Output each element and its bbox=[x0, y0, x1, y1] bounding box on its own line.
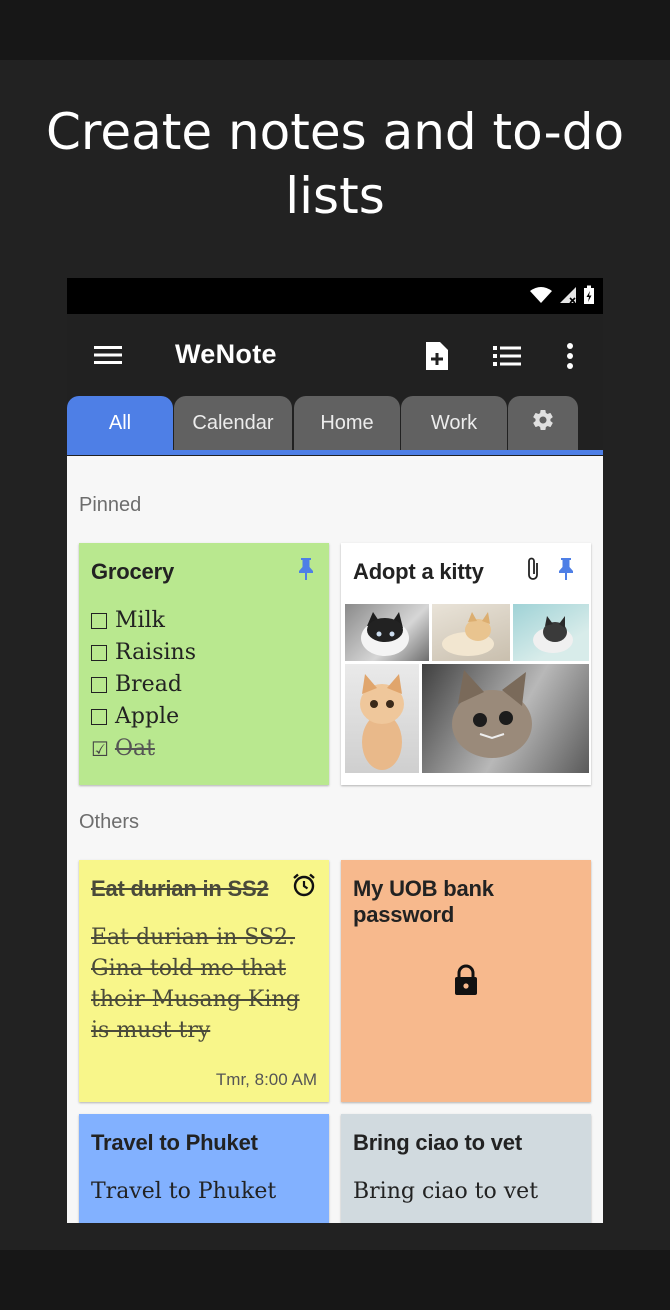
settings-gear-icon bbox=[531, 408, 555, 438]
note-body-line: their Musang King bbox=[91, 987, 300, 1012]
note-card-grocery[interactable]: Grocery Milk Raisins Bread Apple ☑ Oat bbox=[79, 543, 329, 785]
checklist-item-text: Apple bbox=[115, 704, 180, 729]
pin-icon[interactable] bbox=[297, 557, 315, 586]
phone-screen: WeNote All Calendar Home Work Pinned Gro… bbox=[67, 278, 603, 1223]
alarm-clock-icon bbox=[291, 872, 317, 903]
top-bezel bbox=[0, 0, 670, 60]
note-body-line: Gina told me that bbox=[91, 956, 286, 981]
kitten-photo[interactable] bbox=[513, 604, 589, 661]
more-vert-icon[interactable] bbox=[554, 340, 586, 372]
section-label-pinned: Pinned bbox=[79, 494, 142, 516]
headline-line-1: Create notes and to-do bbox=[45, 103, 625, 161]
tab-all-label: All bbox=[108, 411, 132, 434]
note-card-eat-durian[interactable]: Eat durian in SS2 Eat durian in SS2. Gin… bbox=[79, 860, 329, 1102]
app-title: WeNote bbox=[175, 339, 277, 369]
section-label-others: Others bbox=[79, 811, 140, 833]
checklist-item[interactable]: Milk bbox=[91, 605, 196, 637]
new-note-icon[interactable] bbox=[421, 340, 453, 372]
checklist-item[interactable]: Apple bbox=[91, 701, 196, 733]
note-body: Travel to Phuket bbox=[91, 1179, 277, 1204]
tab-home[interactable]: Home bbox=[294, 396, 400, 450]
tab-home-label: Home bbox=[320, 411, 374, 434]
tab-settings[interactable] bbox=[508, 396, 578, 450]
checkbox-icon[interactable] bbox=[91, 677, 107, 693]
checked-box-icon[interactable]: ☑ bbox=[91, 733, 109, 765]
note-title: Adopt a kitty bbox=[353, 559, 484, 584]
note-title: My UOB bank password bbox=[353, 876, 494, 927]
note-card-adopt-kitty[interactable]: Adopt a kitty bbox=[341, 543, 591, 785]
note-body-line: is must try bbox=[91, 1018, 211, 1043]
notes-content: Pinned Grocery Milk Raisins Bread Apple … bbox=[67, 456, 603, 1223]
bottom-bezel bbox=[0, 1250, 670, 1310]
kitten-photo[interactable] bbox=[345, 664, 419, 773]
note-body: Bring ciao to vet bbox=[353, 1179, 539, 1204]
hamburger-menu-icon[interactable] bbox=[93, 342, 123, 368]
note-title: Eat durian in SS2 bbox=[91, 876, 269, 901]
note-title: Bring ciao to vet bbox=[353, 1130, 522, 1155]
status-bar bbox=[67, 278, 603, 314]
tab-bar: All Calendar Home Work bbox=[67, 396, 603, 455]
checkbox-icon[interactable] bbox=[91, 613, 107, 629]
kitten-photo[interactable] bbox=[432, 604, 510, 661]
paperclip-icon bbox=[525, 555, 541, 588]
note-title: Travel to Phuket bbox=[91, 1130, 258, 1155]
tab-work-label: Work bbox=[430, 411, 478, 434]
reminder-time: Tmr, 8:00 AM bbox=[215, 1070, 317, 1089]
checklist: Milk Raisins Bread Apple ☑ Oat bbox=[91, 605, 196, 765]
battery-charging-icon bbox=[583, 285, 595, 310]
note-body-line: Eat durian in SS2. bbox=[91, 925, 296, 950]
checkbox-icon[interactable] bbox=[91, 709, 107, 725]
checklist-item[interactable]: Raisins bbox=[91, 637, 196, 669]
tab-calendar-label: Calendar bbox=[192, 411, 274, 434]
app-bar: WeNote bbox=[67, 314, 603, 400]
lock-icon bbox=[453, 964, 479, 1001]
pin-icon[interactable] bbox=[557, 557, 575, 586]
tab-all[interactable]: All bbox=[67, 396, 173, 450]
checkbox-icon[interactable] bbox=[91, 645, 107, 661]
checklist-item-text: Oat bbox=[114, 736, 155, 761]
tab-indicator-line bbox=[67, 450, 603, 455]
cell-signal-icon bbox=[559, 286, 577, 309]
tab-work[interactable]: Work bbox=[401, 396, 507, 450]
checklist-item-text: Raisins bbox=[115, 640, 197, 665]
wifi-icon bbox=[529, 286, 553, 309]
checklist-icon[interactable] bbox=[491, 340, 523, 372]
kitten-photo[interactable] bbox=[422, 664, 589, 773]
note-card-bring-ciao-vet[interactable]: Bring ciao to vet Bring ciao to vet bbox=[341, 1114, 591, 1223]
checklist-item[interactable]: Bread bbox=[91, 669, 196, 701]
headline-line-2: lists bbox=[285, 167, 385, 225]
note-body: Eat durian in SS2. Gina told me that the… bbox=[91, 922, 300, 1046]
note-card-travel-phuket[interactable]: Travel to Phuket Travel to Phuket bbox=[79, 1114, 329, 1223]
kitten-photo[interactable] bbox=[345, 604, 429, 661]
tab-calendar[interactable]: Calendar bbox=[174, 396, 292, 450]
checklist-item-checked[interactable]: ☑ Oat bbox=[91, 733, 196, 765]
note-title: Grocery bbox=[91, 559, 174, 584]
note-card-uob-password[interactable]: My UOB bank password bbox=[341, 860, 591, 1102]
checklist-item-text: Milk bbox=[115, 608, 165, 633]
headline: Create notes and to-do lists bbox=[0, 100, 670, 228]
checklist-item-text: Bread bbox=[115, 672, 182, 697]
